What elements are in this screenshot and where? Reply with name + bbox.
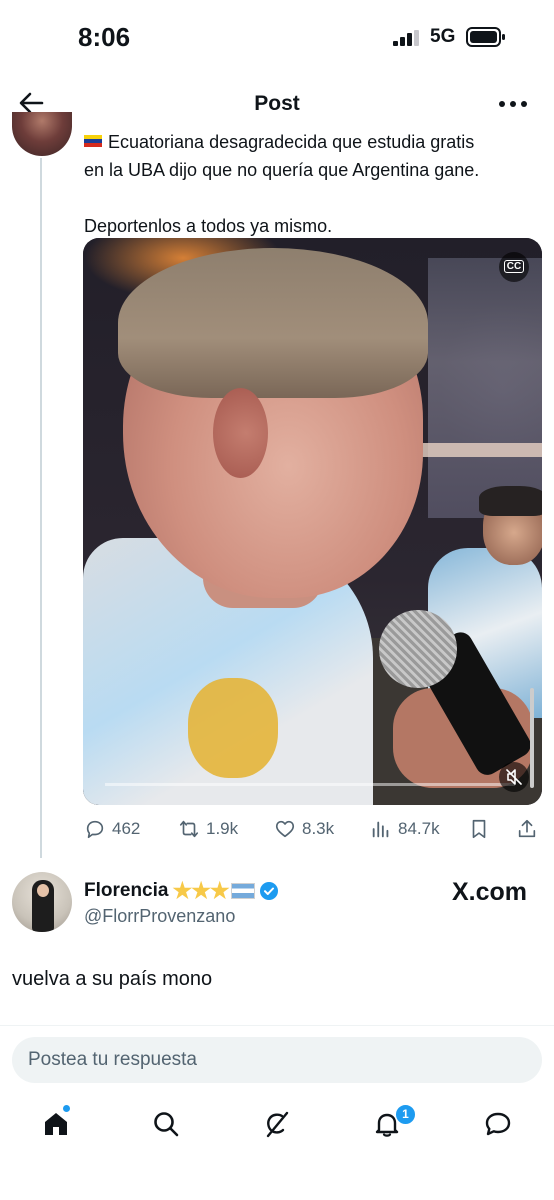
reply-input[interactable] xyxy=(12,1037,528,1083)
venezuela-flag-icon xyxy=(84,135,102,147)
grok-icon xyxy=(266,1111,289,1138)
video-man-hair xyxy=(118,248,428,398)
more-options-icon[interactable] xyxy=(496,92,530,116)
page-title: Post xyxy=(254,92,300,115)
views-chart-icon xyxy=(372,821,389,838)
status-bar: 8:06 5G xyxy=(0,0,554,76)
cc-label: CC xyxy=(503,260,525,273)
notification-badge: 1 xyxy=(395,1104,416,1125)
video-bystander-hair xyxy=(479,486,542,516)
share-icon xyxy=(518,819,536,838)
post-header: Post xyxy=(0,76,554,132)
video-lights xyxy=(413,443,542,457)
bookmark-icon xyxy=(472,819,486,839)
reply-author-handle[interactable]: @FlorrProvenzano xyxy=(84,906,235,927)
repost-count: 1.9k xyxy=(206,819,239,838)
bottom-navigation xyxy=(0,1096,554,1156)
view-count: 84.7k xyxy=(398,819,440,838)
divider xyxy=(0,1025,554,1026)
argentina-flag-icon xyxy=(230,883,255,899)
x-com-watermark: X.com xyxy=(452,878,528,906)
tweet-actions: 462 1.9k 8.3k 84.7k xyxy=(84,814,544,844)
reply-icon xyxy=(86,820,104,839)
reply-text: vuelva a su país mono xyxy=(12,968,213,990)
home-new-content-dot xyxy=(63,1105,70,1112)
nav-search[interactable] xyxy=(148,1106,184,1142)
repost-action[interactable]: 1.9k xyxy=(178,814,238,844)
views-action[interactable]: 84.7k xyxy=(370,814,440,844)
star-emoji-icon: ★★★ xyxy=(172,878,229,903)
video-scrub-indicator xyxy=(530,688,534,788)
video-progress-bar[interactable] xyxy=(105,783,515,786)
reply-author-name-row[interactable]: Florencia ★★★ xyxy=(84,878,279,904)
video-microphone-head xyxy=(379,610,457,688)
video-building xyxy=(428,258,542,518)
search-icon xyxy=(154,1112,179,1137)
heart-icon xyxy=(275,820,295,838)
tweet-video[interactable]: CC xyxy=(83,238,542,805)
thread-connector-line xyxy=(40,158,42,858)
status-time: 8:06 xyxy=(78,22,131,52)
bookmark-action[interactable] xyxy=(468,814,496,844)
repost-icon xyxy=(179,820,199,838)
video-shirt-patch xyxy=(188,678,278,778)
nav-messages[interactable] xyxy=(480,1106,516,1142)
battery-icon xyxy=(466,27,505,47)
reply-composer[interactable] xyxy=(12,1037,542,1083)
nav-grok[interactable] xyxy=(259,1106,295,1142)
tweet-line-3: Deportenlos a todos ya mismo. xyxy=(84,216,333,236)
network-type: 5G xyxy=(430,26,456,47)
reply-author-name: Florencia xyxy=(84,880,169,901)
messages-icon xyxy=(485,1112,511,1136)
share-action[interactable] xyxy=(516,814,544,844)
like-action[interactable]: 8.3k xyxy=(274,814,334,844)
closed-captions-button[interactable]: CC xyxy=(499,252,529,282)
mute-button[interactable] xyxy=(499,762,529,792)
speaker-muted-icon xyxy=(506,769,522,785)
nav-home[interactable] xyxy=(38,1106,74,1142)
like-count: 8.3k xyxy=(302,819,335,838)
tweet-line-1: Ecuatoriana desagradecida que estudia gr… xyxy=(108,132,475,152)
signal-icon xyxy=(393,30,419,46)
home-icon xyxy=(45,1113,67,1135)
reply-action[interactable]: 462 xyxy=(84,814,140,844)
tweet-line-2: en la UBA dijo que no quería que Argenti… xyxy=(84,160,480,180)
video-man-ear xyxy=(213,388,268,478)
avatar-face xyxy=(37,884,49,897)
reply-count: 462 xyxy=(112,819,141,838)
verified-badge-icon xyxy=(259,882,278,900)
tweet-text: Ecuatoriana desagradecida que estudia gr… xyxy=(84,128,544,240)
reply-author-avatar[interactable] xyxy=(12,872,72,932)
author-avatar[interactable] xyxy=(12,112,72,156)
